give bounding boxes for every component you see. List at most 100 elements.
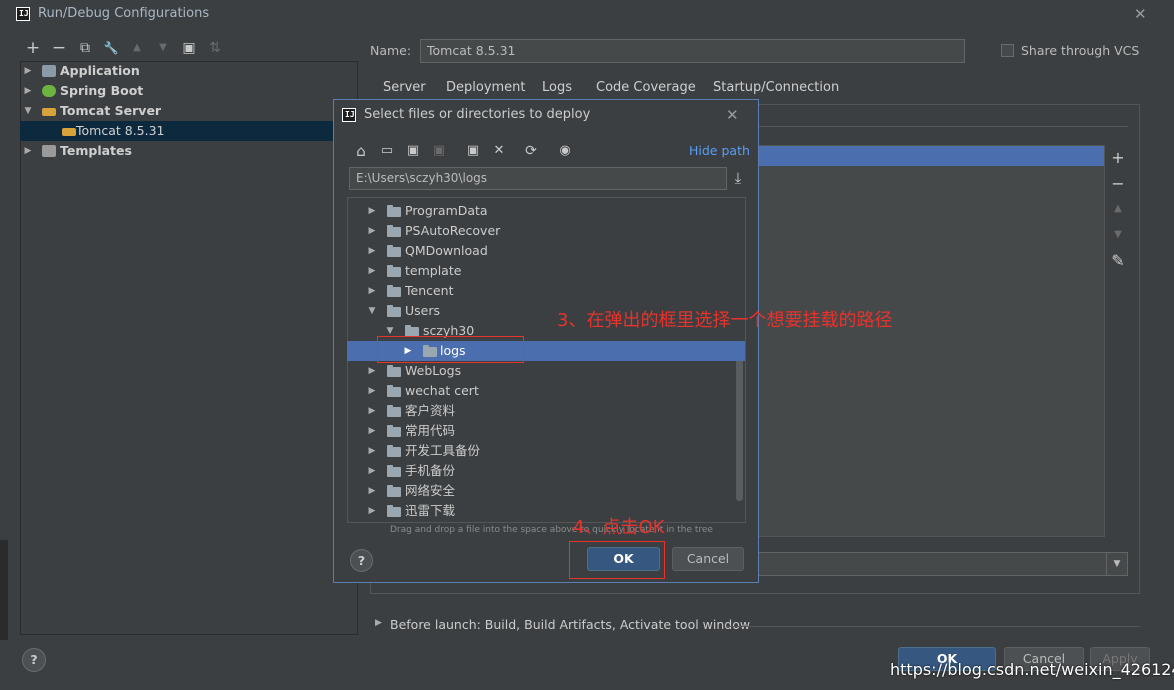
folder-icon [387,265,401,277]
tree-item-label: wechat cert [405,383,479,398]
expand-arrow-icon[interactable]: ▶ [22,61,34,81]
move-up-icon[interactable]: ▲ [128,40,146,56]
tree-item[interactable]: ▶ PSAutoRecover [347,221,745,241]
add-artifact-icon[interactable]: + [1108,148,1128,167]
folder-icon [387,385,401,397]
tomcat-icon [42,108,56,116]
expand-arrow-icon[interactable]: ▶ [22,81,34,101]
tree-item-label: Users [405,303,441,318]
sort-icon[interactable]: ⇅ [206,40,224,56]
tree-item-label: Tencent [405,283,454,298]
expand-arrow-icon[interactable]: ▶ [22,141,34,161]
module-icon[interactable]: ▣ [430,143,448,159]
copy-config-icon[interactable]: ⧉ [76,40,94,56]
dialog-help-button[interactable]: ? [350,549,373,572]
remove-config-icon[interactable]: − [50,40,68,57]
tree-item[interactable]: ▶ 开发工具备份 [347,441,745,461]
tree-item-tomcat-server[interactable]: ▼ Tomcat Server [20,101,358,121]
remove-artifact-icon[interactable]: − [1108,174,1128,193]
add-config-icon[interactable]: + [24,40,42,57]
new-folder-icon[interactable]: ▣ [180,40,198,56]
expand-arrow-icon[interactable]: ▶ [367,381,377,401]
tab-logs[interactable]: Logs [542,80,572,95]
expand-arrow-icon[interactable]: ▶ [367,261,377,281]
dialog-close-icon[interactable]: ✕ [726,106,739,124]
tree-item[interactable]: ▶ template [347,261,745,281]
share-vcs-checkbox[interactable] [1001,44,1014,57]
name-input[interactable]: Tomcat 8.5.31 [420,39,965,63]
share-vcs-label: Share through VCS [1021,43,1140,58]
tab-code-coverage[interactable]: Code Coverage [596,80,696,95]
chevron-down-icon[interactable]: ▼ [1106,553,1127,575]
new-folder-icon[interactable]: ▣ [464,143,482,159]
folder-icon [387,465,401,477]
download-icon[interactable]: ⤓ [730,169,746,187]
application-icon [42,65,56,77]
tree-item[interactable]: ▶ QMDownload [347,241,745,261]
tree-item[interactable]: ▶ ProgramData [347,201,745,221]
expand-arrow-icon[interactable]: ▶ [367,501,377,521]
help-button[interactable]: ? [22,648,46,672]
folder-icon [387,505,401,517]
separator [726,626,1140,627]
collapse-arrow-icon[interactable]: ▼ [367,301,377,321]
before-launch-label[interactable]: Before launch: Build, Build Artifacts, A… [390,617,750,632]
hide-path-link[interactable]: Hide path [689,143,750,158]
tree-item[interactable]: ▶ WebLogs [347,361,745,381]
refresh-icon[interactable]: ⟳ [522,143,540,159]
move-down-icon[interactable]: ▼ [154,40,172,56]
edit-artifact-icon[interactable]: ✎ [1108,251,1128,270]
folder-icon [387,245,401,257]
expand-arrow-icon[interactable]: ▶ [367,481,377,501]
deploy-list-selected-row[interactable] [758,146,1104,166]
expand-arrow-icon[interactable]: ▶ [367,361,377,381]
expand-arrow-icon[interactable]: ▶ [367,401,377,421]
name-label: Name: [370,43,412,58]
expand-arrow-icon[interactable]: ▶ [367,461,377,481]
tree-item-label: PSAutoRecover [405,223,501,238]
show-hidden-icon[interactable]: ◉ [556,143,574,159]
project-icon[interactable]: ▣ [404,143,422,159]
expand-arrow-icon[interactable]: ▶ [367,221,377,241]
tree-item-templates[interactable]: ▶ Templates [20,141,358,161]
expand-arrow-icon[interactable]: ▶ [367,421,377,441]
dialog-cancel-button[interactable]: Cancel [672,547,744,571]
expand-arrow-icon[interactable]: ▶ [367,441,377,461]
expand-arrow-icon[interactable]: ▶ [367,201,377,221]
collapse-arrow-icon[interactable]: ▼ [22,101,34,121]
folder-icon [387,205,401,217]
templates-wrench-icon [42,145,56,157]
context-combo[interactable] [758,552,1128,576]
path-input[interactable]: E:\Users\sczyh30\logs [349,167,727,190]
expand-arrow-icon[interactable]: ▶ [367,241,377,261]
tree-item-label: Tomcat 8.5.31 [76,123,165,138]
desktop-icon[interactable]: ▭ [378,143,396,159]
watermark: https://blog.csdn.net/weixin_42612454 [890,660,1174,679]
tree-item[interactable]: ▶ 手机备份 [347,461,745,481]
tree-item[interactable]: ▶ 迅雷下载 [347,501,745,521]
tree-item[interactable]: ▶ wechat cert [347,381,745,401]
tab-server[interactable]: Server [383,80,426,95]
intellij-logo-icon: IJ [342,108,356,122]
delete-icon[interactable]: ✕ [490,143,508,159]
tree-item-tomcat-8-5-31[interactable]: Tomcat 8.5.31 [20,121,358,141]
folder-icon [387,405,401,417]
tree-item[interactable]: ▶ 网络安全 [347,481,745,501]
tab-startup-connection[interactable]: Startup/Connection [713,80,839,95]
folder-icon [387,305,401,317]
tomcat-icon [62,128,76,136]
tree-item[interactable]: ▶ 常用代码 [347,421,745,441]
tab-deployment[interactable]: Deployment [446,80,526,95]
window-close-icon[interactable]: ✕ [1134,5,1147,23]
tree-item-application[interactable]: ▶ Application [20,61,358,81]
tree-item[interactable]: ▶ 客户资料 [347,401,745,421]
folder-icon [387,425,401,437]
tree-item[interactable]: ▶ Tencent [347,281,745,301]
tree-item-spring-boot[interactable]: ▶ Spring Boot [20,81,358,101]
wrench-icon[interactable]: 🔧 [102,40,120,56]
move-up-icon[interactable]: ▲ [1108,203,1128,214]
expand-arrow-icon[interactable]: ▶ [367,281,377,301]
move-down-icon[interactable]: ▼ [1108,229,1128,240]
home-icon[interactable]: ⌂ [352,143,370,159]
expand-arrow-icon[interactable]: ▶ [375,618,382,628]
